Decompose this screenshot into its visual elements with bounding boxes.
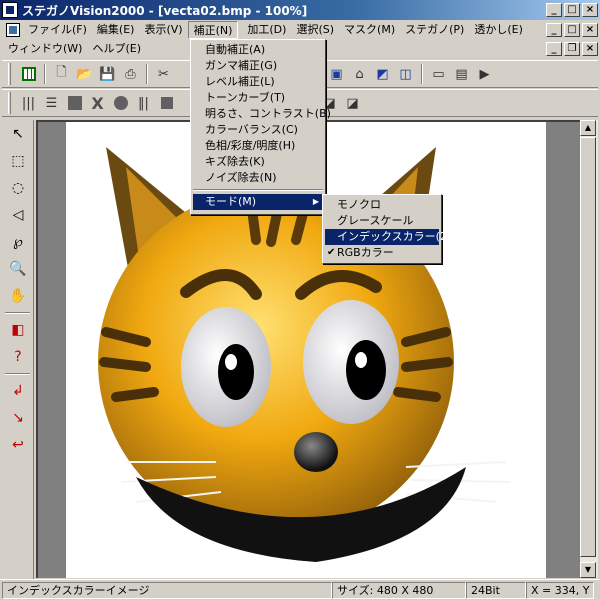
status-coord: X = 334, Y: [526, 581, 594, 599]
freehand-lasso-icon[interactable]: ℘: [5, 229, 31, 255]
menu-file[interactable]: ファイル(F): [23, 21, 92, 39]
hand-icon[interactable]: ✋: [5, 283, 31, 309]
menu-item-mode[interactable]: モード(M) ▶: [193, 194, 323, 210]
mode-item-grayscale[interactable]: グレースケール: [325, 213, 439, 229]
edit2-icon[interactable]: ◪: [341, 92, 364, 114]
circle-icon[interactable]: [109, 92, 132, 114]
menu-watermark[interactable]: 透かし(E): [469, 21, 528, 39]
document-icon[interactable]: [6, 23, 20, 37]
status-bits: 24Bit: [466, 581, 526, 599]
mode-item-rgb[interactable]: ✔ RGBカラー: [325, 245, 439, 261]
doc-maximize-button[interactable]: □: [564, 23, 580, 37]
menu-item-scratch-removal[interactable]: キズ除去(K): [193, 154, 323, 170]
toolbar-separator: [146, 64, 148, 84]
minimize-button[interactable]: _: [546, 3, 562, 17]
doc-minimize-button[interactable]: _: [546, 23, 562, 37]
vertical-lines-icon[interactable]: |||: [17, 92, 40, 114]
rotate-left-icon[interactable]: ↲: [5, 378, 31, 404]
open-folder-icon[interactable]: 📂: [73, 63, 96, 85]
toolbox-separator: [5, 312, 30, 314]
toolbar-grip[interactable]: [8, 92, 11, 114]
mdi-minimize-button[interactable]: _: [546, 42, 562, 56]
monitor-icon[interactable]: ▭: [427, 63, 450, 85]
left-toolbox: ↖ ⬚ ◌ ◁ ℘ 🔍 ✋ ◧ ? ↲ ↘ ↩: [2, 120, 34, 580]
flip-icon[interactable]: ↘: [5, 405, 31, 431]
menu-item-noise-removal[interactable]: ノイズ除去(N): [193, 170, 323, 186]
select-arrow-icon[interactable]: ↖: [5, 121, 31, 147]
rect-select-icon[interactable]: ⬚: [5, 148, 31, 174]
menu-bar: ファイル(F) 編集(E) 表示(V) 補正(N) 加工(D) 選択(S) マス…: [0, 20, 600, 40]
lasso-icon[interactable]: ◁: [5, 202, 31, 228]
title-bar: ステガノVision2000 - [vecta02.bmp - 100%] _ …: [0, 0, 600, 20]
maximize-button[interactable]: □: [564, 3, 580, 17]
house-icon[interactable]: ⌂: [348, 63, 371, 85]
barcode-icon[interactable]: ‖|: [132, 92, 155, 114]
scroll-up-button[interactable]: ▲: [580, 120, 596, 136]
toolbar-grip[interactable]: [8, 63, 11, 85]
status-size: サイズ: 480 X 480: [332, 581, 466, 599]
menu-edit[interactable]: 編集(E): [92, 21, 140, 39]
close-button[interactable]: ×: [582, 3, 598, 17]
check-icon: ✔: [327, 247, 336, 258]
menu-item-level[interactable]: レベル補正(L): [193, 74, 323, 90]
app-icon[interactable]: [2, 2, 18, 18]
vertical-scrollbar[interactable]: ▲ ▼: [580, 120, 598, 578]
menu-correct[interactable]: 補正(N): [187, 21, 239, 39]
zoom-icon[interactable]: 🔍: [5, 256, 31, 282]
image-edit-icon[interactable]: ◩: [371, 63, 394, 85]
x-icon[interactable]: X: [86, 92, 109, 114]
cut-icon[interactable]: ✂: [152, 63, 175, 85]
menu-process[interactable]: 加工(D): [242, 21, 291, 39]
menu-separator: [193, 189, 323, 191]
doc-close-button[interactable]: ×: [582, 23, 598, 37]
menu-item-gamma[interactable]: ガンマ補正(G): [193, 58, 323, 74]
menu-stegano[interactable]: ステガノ(P): [400, 21, 469, 39]
square-icon[interactable]: [63, 92, 86, 114]
menu-item-hue-saturation[interactable]: 色相/彩度/明度(H): [193, 138, 323, 154]
save-icon[interactable]: 💾: [96, 63, 119, 85]
new-file-icon[interactable]: 🗋: [50, 63, 73, 85]
color-swap-icon[interactable]: ◧: [5, 317, 31, 343]
help-icon[interactable]: ?: [5, 344, 31, 370]
menu-help[interactable]: ヘルプ(E): [87, 40, 146, 58]
zoom-image-icon[interactable]: ◫: [394, 63, 417, 85]
toolbar-separator: [421, 64, 423, 84]
menu-item-brightness-contrast[interactable]: 明るさ、コントラスト(B): [193, 106, 331, 122]
mode-item-rgb-label: RGBカラー: [337, 246, 394, 259]
menu-view[interactable]: 表示(V): [139, 21, 187, 39]
status-bar: インデックスカラーイメージ サイズ: 480 X 480 24Bit X = 3…: [0, 579, 600, 600]
menu-item-color-balance[interactable]: カラーバランス(C): [193, 122, 323, 138]
toolbar-separator: [44, 64, 46, 84]
ellipse-select-icon[interactable]: ◌: [5, 175, 31, 201]
window-title: ステガノVision2000 - [vecta02.bmp - 100%]: [22, 3, 308, 18]
menu-item-tone-curve[interactable]: トーンカーブ(T): [193, 90, 323, 106]
mdi-close-button[interactable]: ×: [582, 42, 598, 56]
scroll-thumb[interactable]: [580, 137, 596, 557]
camera-icon[interactable]: ▶: [473, 63, 496, 85]
menu-window[interactable]: ウィンドウ(W): [0, 40, 87, 58]
square2-icon[interactable]: [155, 92, 178, 114]
toolbox-separator: [5, 373, 30, 375]
status-mode: インデックスカラーイメージ: [2, 581, 332, 599]
horizontal-lines-icon[interactable]: ☰: [40, 92, 63, 114]
stamp-icon[interactable]: ⎙: [119, 63, 142, 85]
menu-item-auto-correct[interactable]: 自動補正(A): [193, 42, 323, 58]
menu-mask[interactable]: マスク(M): [339, 21, 400, 39]
mode-submenu: モノクロ グレースケール インデックスカラー(256) ✔ RGBカラー: [322, 194, 465, 264]
menu-select[interactable]: 選択(S): [291, 21, 339, 39]
picture-icon[interactable]: ▤: [450, 63, 473, 85]
submenu-arrow-icon: ▶: [312, 197, 319, 206]
scroll-down-button[interactable]: ▼: [580, 562, 596, 578]
menu-item-mode-label: モード(M): [205, 195, 257, 208]
grid-icon[interactable]: [17, 63, 40, 85]
correction-menu: 自動補正(A) ガンマ補正(G) レベル補正(L) トーンカーブ(T) 明るさ、…: [190, 39, 331, 215]
mode-item-mono[interactable]: モノクロ: [325, 197, 439, 213]
image-icon[interactable]: ▣: [325, 63, 348, 85]
mdi-restore-button[interactable]: ❐: [564, 42, 580, 56]
undo-icon[interactable]: ↩: [5, 432, 31, 458]
mode-item-indexed[interactable]: インデックスカラー(256): [325, 229, 465, 245]
